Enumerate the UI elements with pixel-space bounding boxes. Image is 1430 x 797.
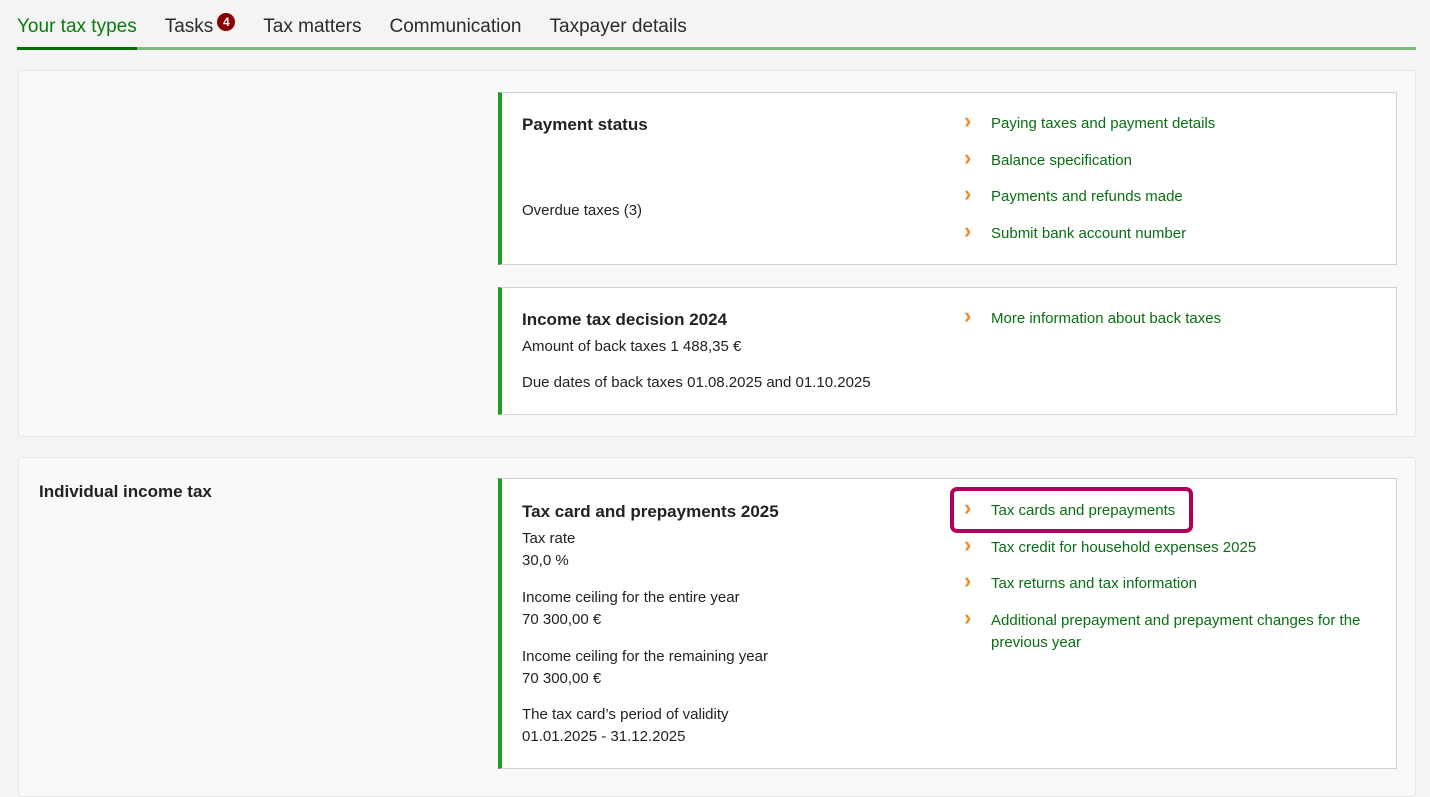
ceiling-year-label: Income ceiling for the entire year bbox=[522, 589, 740, 606]
link-paying-taxes[interactable]: Paying taxes and payment details bbox=[964, 110, 1384, 135]
link-balance-specification[interactable]: Balance specification bbox=[964, 147, 1384, 172]
tab-tasks[interactable]: Tasks 4 bbox=[164, 13, 236, 47]
tax-rate-label: Tax rate bbox=[522, 530, 576, 547]
income-tax-decision-card: Income tax decision 2024 Amount of back … bbox=[498, 287, 1397, 415]
highlight-box bbox=[950, 487, 1193, 533]
link-submit-bank-account[interactable]: Submit bank account number bbox=[964, 220, 1384, 245]
link-tax-returns[interactable]: Tax returns and tax information bbox=[964, 570, 1384, 595]
tab-communication[interactable]: Communication bbox=[390, 16, 522, 47]
payment-status-card: Payment status Overdue taxes (3) Paying … bbox=[498, 92, 1397, 265]
link-additional-prepayment[interactable]: Additional prepayment and prepayment cha… bbox=[964, 607, 1384, 654]
link-household-credit[interactable]: Tax credit for household expenses 2025 bbox=[964, 534, 1384, 559]
section-title: Individual income tax bbox=[39, 482, 212, 501]
tab-tax-matters[interactable]: Tax matters bbox=[263, 16, 361, 47]
back-taxes-amount: Amount of back taxes 1 488,35 € bbox=[522, 338, 742, 355]
tax-rate-value: 30,0 % bbox=[522, 552, 569, 569]
tab-taxpayer-details[interactable]: Taxpayer details bbox=[550, 16, 687, 47]
individual-income-tax-panel: Individual income tax Tax card and prepa… bbox=[18, 457, 1416, 797]
link-back-taxes-info[interactable]: More information about back taxes bbox=[964, 305, 1384, 330]
main-tabs: Your tax types Tasks 4 Tax matters Commun… bbox=[17, 13, 1416, 50]
validity-label: The tax card’s period of validity bbox=[522, 706, 729, 723]
card-title: Income tax decision 2024 bbox=[522, 310, 728, 329]
ceiling-remaining-label: Income ceiling for the remaining year bbox=[522, 648, 768, 665]
validity-value: 01.01.2025 - 31.12.2025 bbox=[522, 728, 686, 745]
card-title: Tax card and prepayments 2025 bbox=[522, 502, 779, 521]
summary-panel: Payment status Overdue taxes (3) Paying … bbox=[18, 70, 1416, 437]
payment-links: Paying taxes and payment details Balance… bbox=[964, 110, 1384, 245]
ceiling-year-value: 70 300,00 € bbox=[522, 611, 602, 628]
link-payments-refunds[interactable]: Payments and refunds made bbox=[964, 183, 1384, 208]
tab-your-tax-types[interactable]: Your tax types bbox=[17, 16, 137, 50]
back-taxes-due-dates: Due dates of back taxes 01.08.2025 and 0… bbox=[522, 374, 871, 391]
overdue-taxes: Overdue taxes (3) bbox=[522, 202, 643, 219]
card-title: Payment status bbox=[522, 115, 648, 134]
tasks-count-badge: 4 bbox=[217, 13, 236, 31]
ceiling-remaining-value: 70 300,00 € bbox=[522, 670, 602, 687]
tax-card-prepayments-card: Tax card and prepayments 2025 Tax rate 3… bbox=[498, 478, 1397, 769]
tab-label: Tasks bbox=[164, 16, 214, 37]
